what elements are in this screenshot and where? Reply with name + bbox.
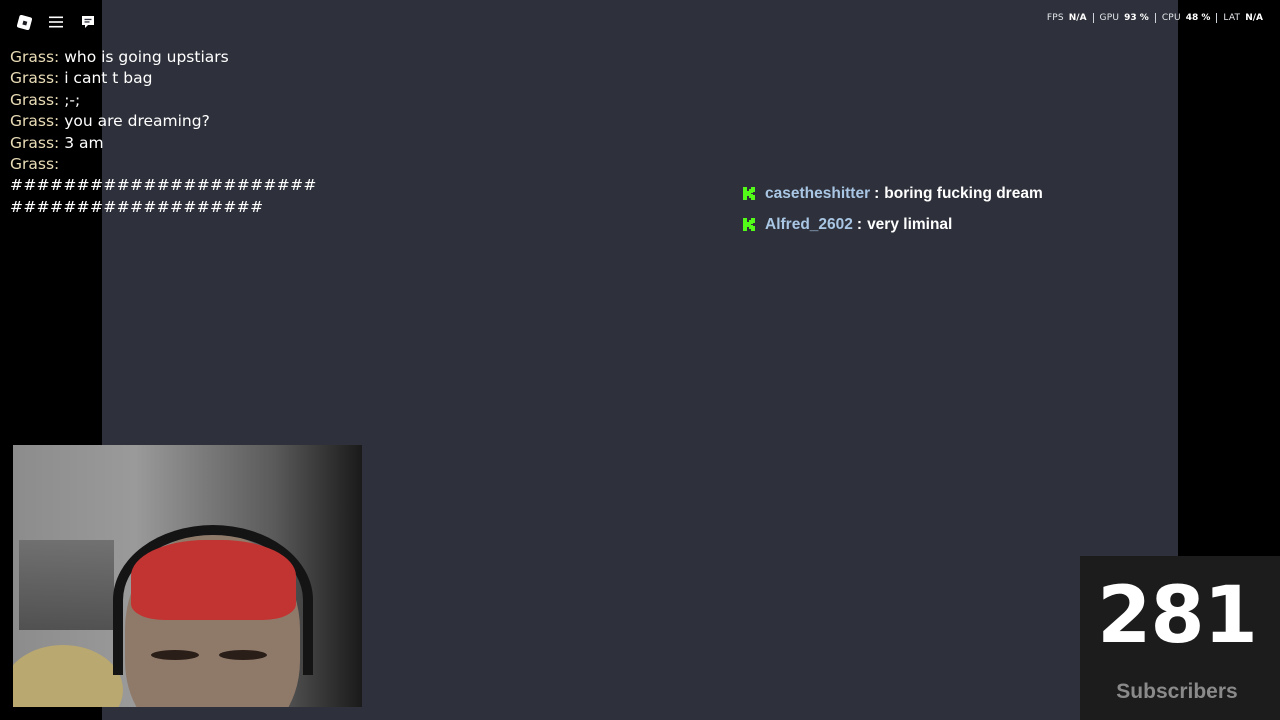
chat-message: Grass: ;-; xyxy=(10,90,370,111)
stream-chat-text: very liminal xyxy=(867,215,953,233)
chat-text: i cant t bag xyxy=(64,69,153,88)
chat-text: you are dreaming? xyxy=(64,112,210,131)
chat-bubble-icon xyxy=(82,16,94,28)
subscriber-label: Subscribers xyxy=(1116,680,1238,703)
stat-fps-value: N/A xyxy=(1068,13,1087,23)
kick-icon xyxy=(742,217,757,232)
subscriber-count: 281 xyxy=(1097,571,1258,661)
chat-username[interactable]: Grass: xyxy=(10,69,59,87)
hamburger-menu-button[interactable] xyxy=(42,9,70,35)
kick-icon xyxy=(742,186,757,201)
chat-username[interactable]: Grass: xyxy=(10,48,59,66)
webcam-feed xyxy=(13,445,362,707)
stat-lat-label: LAT xyxy=(1223,13,1241,23)
chat-username[interactable]: Grass: xyxy=(10,155,59,173)
stat-lat: LAT N/A xyxy=(1216,13,1269,23)
chat-filtered-text: ####################### xyxy=(10,176,317,195)
subscriber-counter: 281 Subscribers xyxy=(1080,556,1280,720)
stat-cpu-value: 48 % xyxy=(1185,13,1211,23)
stat-cpu-label: CPU xyxy=(1161,13,1181,23)
roblox-menu-button[interactable] xyxy=(10,9,38,35)
stream-chat-username: Alfred_2602 xyxy=(765,215,853,233)
hamburger-menu-icon xyxy=(49,16,63,28)
stat-lat-value: N/A xyxy=(1245,13,1263,23)
stream-overlay: FPS N/A GPU 93 % CPU 48 % LAT N/A Grass:… xyxy=(0,0,1280,720)
stat-fps-label: FPS xyxy=(1046,13,1064,23)
stat-cpu: CPU 48 % xyxy=(1154,13,1217,23)
roblox-menu-icon xyxy=(16,14,32,30)
chat-message: Grass: xyxy=(10,154,370,175)
chat-message: Grass: who is going upstiars xyxy=(10,47,370,68)
stream-chat-overlay: casetheshitter : boring fucking dream Al… xyxy=(742,178,1162,240)
chat-text: 3 am xyxy=(64,133,104,152)
chat-message: Grass: 3 am xyxy=(10,133,370,154)
stream-chat-separator: : xyxy=(874,184,880,202)
chat-username[interactable]: Grass: xyxy=(10,112,59,130)
chat-message: Grass: i cant t bag xyxy=(10,68,370,89)
stat-gpu-label: GPU xyxy=(1099,13,1120,23)
stream-chat-message: Alfred_2602 : very liminal xyxy=(742,209,1162,240)
chat-filtered-text: ################### xyxy=(10,197,264,216)
performance-stats: FPS N/A GPU 93 % CPU 48 % LAT N/A xyxy=(1041,11,1269,25)
stream-chat-separator: : xyxy=(856,215,863,233)
roblox-topbar xyxy=(10,9,102,35)
chat-username[interactable]: Grass: xyxy=(10,91,59,109)
stream-chat-username: casetheshitter xyxy=(765,184,871,202)
chat-text: ;-; xyxy=(64,90,81,109)
stat-fps: FPS N/A xyxy=(1041,13,1093,23)
stat-gpu: GPU 93 % xyxy=(1092,13,1155,23)
chat-text: who is going upstiars xyxy=(64,48,229,66)
stream-chat-message: casetheshitter : boring fucking dream xyxy=(742,178,1162,209)
stat-gpu-value: 93 % xyxy=(1124,13,1149,23)
chat-toggle-button[interactable] xyxy=(74,9,102,35)
chat-message: Grass: you are dreaming? xyxy=(10,111,370,132)
stream-chat-text: boring fucking dream xyxy=(884,184,1043,202)
chat-username[interactable]: Grass: xyxy=(10,134,59,152)
game-chat: Grass: who is going upstiars Grass: i ca… xyxy=(10,47,370,218)
